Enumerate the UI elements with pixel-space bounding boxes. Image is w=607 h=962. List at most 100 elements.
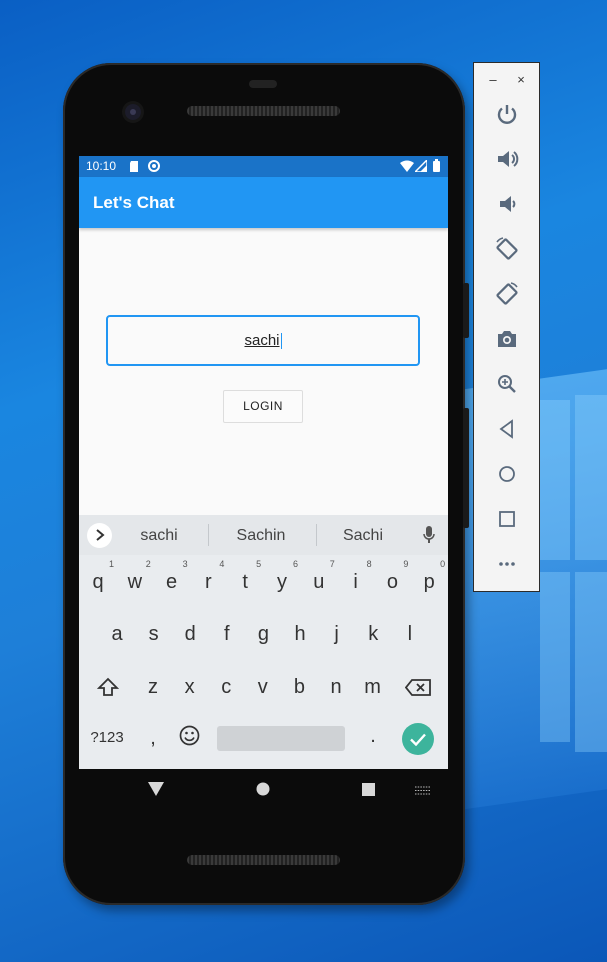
comma-key[interactable]: , (135, 727, 171, 750)
suggestion-3[interactable]: Sachi (313, 527, 413, 545)
period-key[interactable]: . (355, 725, 391, 748)
key-r[interactable]: r4 (190, 559, 226, 594)
minimize-button[interactable]: – (486, 72, 500, 87)
key-s[interactable]: s (136, 623, 172, 646)
key-i-hint: 8 (366, 559, 372, 569)
key-q-hint: 1 (108, 559, 114, 569)
key-n[interactable]: n (318, 676, 354, 699)
overview-icon[interactable] (494, 506, 520, 532)
home-icon[interactable] (494, 461, 520, 487)
spacebar[interactable] (217, 726, 345, 751)
wallpaper-pane (540, 400, 570, 560)
check-icon (410, 733, 426, 747)
sd-card-icon (130, 161, 138, 172)
wallpaper-pane (540, 572, 570, 742)
wallpaper-pane (575, 395, 607, 560)
sync-icon (148, 160, 160, 172)
key-o-label: o (386, 571, 398, 593)
key-j[interactable]: j (319, 623, 355, 646)
key-y[interactable]: y6 (264, 559, 300, 594)
volume-down-icon[interactable] (494, 191, 520, 217)
app-title: Let's Chat (93, 193, 175, 212)
rotate-left-icon[interactable] (494, 236, 520, 262)
status-time: 10:10 (86, 159, 117, 173)
key-i[interactable]: i8 (338, 559, 374, 594)
key-u[interactable]: u7 (301, 559, 337, 594)
key-m[interactable]: m (355, 676, 391, 699)
key-k[interactable]: k (355, 623, 391, 646)
phone-volume-button (463, 408, 469, 528)
key-e-hint: 3 (182, 559, 188, 569)
username-input[interactable]: sachi (106, 315, 420, 366)
backspace-icon[interactable] (405, 679, 431, 696)
key-e[interactable]: e3 (154, 559, 190, 594)
suggestion-divider (208, 524, 209, 546)
key-e-label: e (166, 571, 178, 593)
volume-up-icon[interactable] (494, 146, 520, 172)
close-button[interactable]: × (514, 72, 528, 87)
key-t[interactable]: t5 (227, 559, 263, 594)
wallpaper-pane (575, 572, 607, 752)
emoji-icon[interactable] (179, 725, 200, 746)
home-nav-icon[interactable] (256, 782, 270, 796)
key-t-label: t (242, 571, 248, 593)
key-i-label: i (353, 571, 358, 593)
microphone-icon[interactable] (423, 526, 435, 544)
key-o-hint: 9 (403, 559, 409, 569)
battery-icon (433, 159, 440, 172)
key-f[interactable]: f (209, 623, 245, 646)
phone-sensor (249, 80, 277, 88)
login-button[interactable]: LOGIN (223, 390, 303, 423)
wifi-icon (400, 160, 414, 172)
key-a[interactable]: a (99, 623, 135, 646)
enter-button[interactable] (402, 723, 434, 755)
symbols-key[interactable]: ?123 (87, 729, 127, 746)
soft-keyboard: sachi Sachin Sachi q1w2e3r4t5y6u7i8o9p0 … (79, 515, 448, 769)
app-bar: Let's Chat (79, 177, 448, 228)
key-r-label: r (205, 571, 212, 593)
status-bar: 10:10 (79, 156, 448, 177)
bottom-speaker (187, 855, 340, 865)
front-camera-icon (125, 104, 141, 120)
key-g[interactable]: g (245, 623, 281, 646)
key-c[interactable]: c (208, 676, 244, 699)
emulator-toolbar: – × (473, 62, 540, 592)
key-h[interactable]: h (282, 623, 318, 646)
text-caret (280, 333, 282, 350)
key-v[interactable]: v (245, 676, 281, 699)
key-p-label: p (423, 571, 435, 593)
key-p-hint: 0 (440, 559, 446, 569)
key-b[interactable]: b (281, 676, 317, 699)
key-p[interactable]: p0 (411, 559, 447, 594)
camera-icon[interactable] (494, 326, 520, 352)
back-icon[interactable] (494, 416, 520, 442)
key-d[interactable]: d (172, 623, 208, 646)
keyboard-switch-icon[interactable] (415, 786, 431, 795)
key-u-hint: 7 (329, 559, 335, 569)
key-q-label: q (92, 571, 104, 593)
key-y-hint: 6 (292, 559, 298, 569)
shift-icon[interactable] (97, 677, 119, 697)
key-x[interactable]: x (172, 676, 208, 699)
chevron-right-icon (95, 529, 105, 541)
key-o[interactable]: o9 (374, 559, 410, 594)
phone-power-button (463, 283, 469, 338)
suggestion-2[interactable]: Sachin (211, 527, 311, 545)
signal-icon (415, 160, 427, 172)
key-w[interactable]: w2 (117, 559, 153, 594)
phone-screen: 10:10 Let's Chat sachi LOGIN sachi Sachi… (79, 156, 448, 769)
key-w-label: w (127, 571, 143, 593)
key-w-hint: 2 (145, 559, 151, 569)
suggestion-1[interactable]: sachi (109, 527, 209, 545)
recents-nav-icon[interactable] (362, 783, 375, 796)
key-z[interactable]: z (135, 676, 171, 699)
key-u-label: u (313, 571, 325, 593)
back-nav-icon[interactable] (148, 782, 164, 796)
key-q[interactable]: q1 (80, 559, 116, 594)
zoom-icon[interactable] (494, 371, 520, 397)
rotate-right-icon[interactable] (494, 281, 520, 307)
key-t-hint: 5 (256, 559, 262, 569)
more-icon[interactable] (494, 551, 520, 577)
power-icon[interactable] (494, 101, 520, 127)
key-l[interactable]: l (392, 623, 428, 646)
